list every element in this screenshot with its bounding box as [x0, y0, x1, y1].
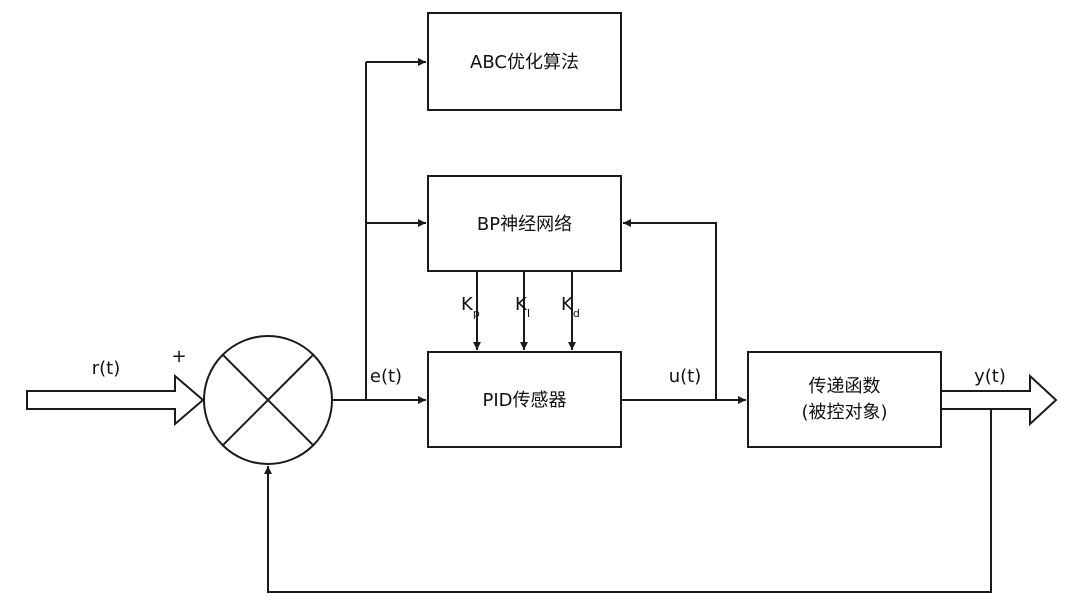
output-signal-label: y(t): [974, 366, 1006, 387]
bp-block-label: BP神经网络: [477, 214, 572, 235]
kd-subscript: d: [573, 307, 580, 320]
kd-label: Kd: [561, 294, 580, 320]
plant-block-label-line1: 传递函数: [809, 376, 881, 397]
reference-signal-label: r(t): [92, 358, 121, 379]
control-signal-label: u(t): [669, 366, 702, 387]
diagram-canvas: ABC优化算法 BP神经网络 PID传感器 传递函数 (被控对象) r(t) +…: [26, 12, 1058, 593]
plant-transfer-function-block: [747, 351, 942, 448]
plant-block-label-line2: (被控对象): [801, 402, 887, 423]
pid-control-block-diagram: ABC优化算法 BP神经网络 PID传感器 传递函数 (被控对象) r(t) +…: [0, 0, 1080, 607]
abc-block-label: ABC优化算法: [470, 52, 579, 73]
summing-junction: [203, 335, 333, 465]
ki-subscript: I: [527, 307, 530, 320]
pid-block-label: PID传感器: [482, 390, 566, 411]
plus-sign-label: +: [171, 346, 186, 367]
input-arrow: [26, 373, 205, 427]
ki-label: KI: [515, 294, 530, 320]
error-signal-label: e(t): [370, 366, 402, 387]
kp-subscript: p: [473, 307, 480, 320]
